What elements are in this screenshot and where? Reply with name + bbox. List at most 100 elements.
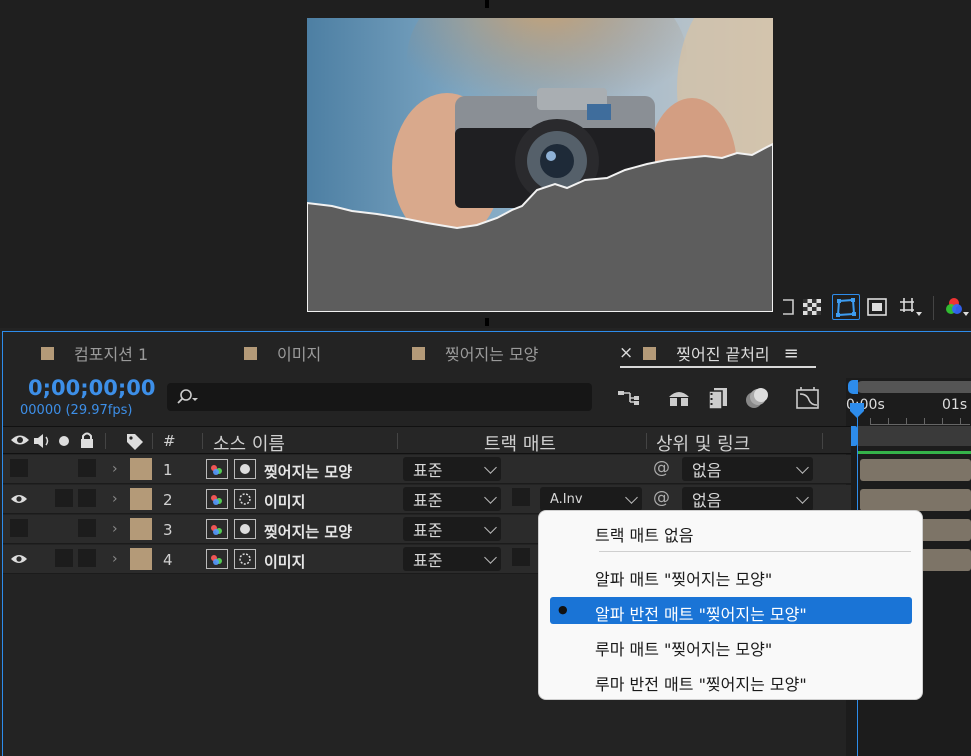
viewer-top-marker	[485, 0, 489, 8]
layer-name[interactable]: 찢어지는 모양	[264, 461, 352, 482]
color-channels-icon[interactable]	[945, 296, 971, 318]
comp-range-bar	[858, 426, 971, 446]
layer-bar-2[interactable]	[860, 489, 971, 511]
expand-chevron-icon[interactable]: ›	[112, 551, 118, 567]
layer-name[interactable]: 찢어지는 모양	[264, 521, 352, 542]
parent-pickwhip-icon[interactable]: @	[653, 488, 670, 508]
matte-pickwhip-box[interactable]	[512, 548, 530, 566]
video-visibility-icon[interactable]	[10, 433, 30, 447]
panel-menu-icon[interactable]: ≡	[784, 343, 799, 364]
lock-icon[interactable]	[79, 431, 95, 449]
chevron-down-icon	[484, 521, 497, 534]
expand-chevron-icon[interactable]: ›	[112, 461, 118, 477]
parent-select[interactable]: 없음	[682, 487, 813, 511]
blend-mode-select[interactable]: 표준	[403, 547, 501, 571]
layer-name[interactable]: 이미지	[264, 551, 305, 572]
tab-close-icon[interactable]: ×	[619, 343, 633, 363]
solo-toggle[interactable]	[55, 489, 73, 507]
header-divider	[822, 433, 823, 449]
track-matte-value: A.Inv	[550, 491, 583, 507]
eye-icon[interactable]	[10, 552, 28, 566]
menu-item-no-matte[interactable]: 트랙 매트 없음	[595, 522, 694, 546]
parent-select[interactable]: 없음	[682, 457, 813, 481]
label-tag-icon[interactable]	[125, 432, 145, 450]
expand-chevron-icon[interactable]: ›	[112, 491, 118, 507]
label-color-swatch	[244, 346, 257, 360]
header-layer-number[interactable]: #	[163, 432, 176, 450]
tab-composition-1[interactable]: 컴포지션 1	[41, 338, 148, 368]
menu-item-alpha-inverted-matte[interactable]: 알파 반전 매트 "찢어지는 모양"	[595, 601, 807, 625]
header-parent-link[interactable]: 상위 및 링크	[656, 430, 750, 456]
lock-toggle[interactable]	[78, 519, 96, 537]
header-track-matte[interactable]: 트랙 매트	[484, 430, 556, 456]
parent-pickwhip-icon[interactable]: @	[653, 458, 670, 478]
layer-search-input[interactable]	[167, 383, 592, 411]
playhead-handle-icon[interactable]	[849, 402, 867, 420]
label-color-swatch	[41, 346, 54, 360]
layer-label-color[interactable]	[130, 488, 152, 510]
footage-icon	[206, 489, 228, 509]
tab-image[interactable]: 이미지	[244, 338, 321, 368]
menu-item-luma-matte[interactable]: 루마 매트 "찢어지는 모양"	[595, 636, 772, 660]
track-matte-target-icon[interactable]	[234, 489, 256, 509]
expand-chevron-icon[interactable]: ›	[112, 521, 118, 537]
layer-name[interactable]: 이미지	[264, 491, 305, 512]
track-matte-select[interactable]: A.Inv	[540, 487, 642, 511]
menu-item-luma-inverted-matte[interactable]: 루마 반전 매트 "찢어지는 모양"	[595, 671, 807, 695]
menu-item-alpha-matte[interactable]: 알파 매트 "찢어지는 모양"	[595, 566, 772, 590]
visibility-toggle[interactable]	[10, 519, 28, 537]
solo-toggle[interactable]	[55, 549, 73, 567]
solo-dot-icon[interactable]	[57, 434, 71, 448]
matte-pickwhip-box[interactable]	[512, 488, 530, 506]
shy-layers-icon[interactable]	[664, 383, 694, 413]
track-matte-target-icon[interactable]	[234, 459, 256, 479]
composition-frame[interactable]	[307, 18, 773, 312]
blend-mode-select[interactable]: 표준	[403, 457, 501, 481]
visibility-toggle[interactable]	[10, 459, 28, 477]
lock-toggle[interactable]	[78, 459, 96, 477]
parent-value: 없음	[692, 491, 722, 510]
search-icon	[177, 389, 198, 404]
blend-mode-value: 표준	[413, 461, 443, 480]
grid-guides-icon[interactable]	[897, 296, 925, 318]
graph-editor-icon[interactable]	[793, 383, 823, 413]
layer-label-color[interactable]	[130, 458, 152, 480]
tab-tear-shape[interactable]: 찢어지는 모양	[412, 338, 538, 368]
layer-number: 3	[163, 521, 173, 539]
audio-speaker-icon[interactable]	[32, 432, 52, 450]
chevron-down-icon	[796, 491, 809, 504]
work-area-start-handle[interactable]	[848, 380, 858, 394]
work-area-bar[interactable]	[856, 381, 971, 393]
track-matte-target-icon[interactable]	[234, 549, 256, 569]
title-action-safe-icon[interactable]	[866, 296, 888, 318]
region-of-interest-icon[interactable]	[777, 296, 799, 318]
frame-rate-readout: 00000 (29.97fps)	[20, 403, 133, 418]
layer-label-color[interactable]	[130, 548, 152, 570]
parent-value: 없음	[692, 461, 722, 480]
eye-icon[interactable]	[10, 492, 28, 506]
composition-flowchart-icon[interactable]	[614, 383, 644, 413]
layer-bar-1[interactable]	[860, 459, 971, 481]
blend-mode-value: 표준	[413, 491, 443, 510]
blend-mode-select[interactable]: 표준	[403, 517, 501, 541]
label-color-swatch	[412, 346, 425, 360]
lock-toggle[interactable]	[78, 489, 96, 507]
track-matte-target-icon[interactable]	[234, 519, 256, 539]
tab-label: 컴포지션 1	[74, 345, 149, 364]
mask-path-visibility-icon[interactable]	[832, 294, 860, 320]
layer-label-color[interactable]	[130, 518, 152, 540]
menu-separator	[599, 551, 911, 552]
lock-toggle[interactable]	[78, 549, 96, 567]
frame-blending-icon[interactable]	[703, 383, 733, 413]
blend-mode-select[interactable]: 표준	[403, 487, 501, 511]
transparency-grid-icon[interactable]	[801, 296, 823, 318]
motion-blur-icon[interactable]	[742, 383, 772, 413]
chevron-down-icon	[625, 491, 638, 504]
tab-label: 찢어지는 모양	[445, 345, 539, 364]
chevron-down-icon	[484, 491, 497, 504]
header-source-name[interactable]: 소스 이름	[213, 430, 285, 456]
render-cache-bar	[858, 451, 971, 454]
current-time-display[interactable]: 0;00;00;00	[28, 376, 155, 400]
tab-torn-edge[interactable]: × 찢어진 끝처리 ≡	[619, 338, 799, 368]
header-divider	[397, 433, 398, 449]
